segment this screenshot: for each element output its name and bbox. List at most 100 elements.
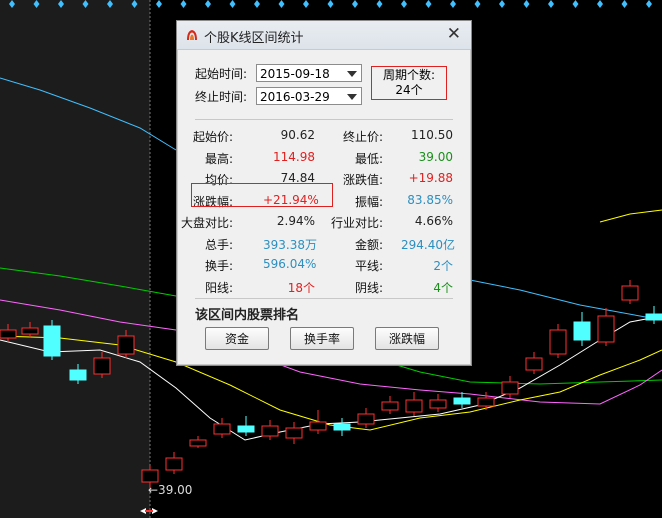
stat-value: 2.94% — [276, 214, 315, 228]
stat-value: +19.88 — [408, 171, 453, 185]
stat-value: 110.50 — [411, 128, 453, 142]
stat-value: 83.85% — [407, 192, 453, 207]
stat-label: 总手: — [204, 237, 233, 252]
candle-body — [309, 421, 327, 431]
stat-label: 行业对比: — [330, 216, 383, 230]
stat-label: 换手: — [204, 259, 233, 273]
period-marker — [523, 0, 530, 8]
candle-body — [21, 327, 39, 335]
change-pct-highlight — [191, 183, 333, 207]
period-marker — [254, 0, 260, 8]
candle-body — [333, 423, 351, 431]
start-time-dropdown[interactable]: 2015-09-18 — [256, 64, 362, 82]
stat-value: 596.04% — [263, 257, 317, 271]
ma-right-yellow — [599, 209, 662, 223]
period-count-label: 周期个数: — [382, 68, 436, 82]
candle-body — [237, 425, 255, 433]
stat-value: 4个 — [433, 280, 453, 295]
chevron-down-icon[interactable] — [347, 94, 357, 100]
stat-label: 阴线: — [354, 280, 383, 295]
candle-body — [43, 325, 61, 357]
candle-body — [261, 425, 279, 437]
candle-body — [357, 413, 375, 425]
stat-label: 最高: — [204, 151, 233, 166]
period-marker — [352, 0, 358, 8]
period-marker — [327, 0, 334, 8]
start-time-value: 2015-09-18 — [260, 67, 330, 81]
stat-label: 起始价: — [192, 130, 233, 144]
candle-body — [189, 439, 207, 447]
period-marker — [376, 0, 383, 8]
period-marker — [278, 0, 285, 8]
stat-label: 最低: — [354, 151, 383, 166]
divider — [195, 119, 453, 120]
candle-body — [525, 357, 543, 371]
candle-body — [0, 329, 17, 339]
period-marker — [303, 0, 309, 8]
stat-value: 294.40亿 — [401, 237, 455, 252]
stat-label: 大盘对比: — [180, 216, 233, 230]
candle-body — [69, 369, 87, 381]
stat-value: 393.38万 — [263, 237, 317, 252]
stat-value: 39.00 — [418, 149, 453, 164]
stat-value: 114.98 — [273, 149, 315, 164]
stat-value: 18个 — [287, 280, 315, 295]
low-price-label: ←39.00 — [148, 483, 192, 497]
rank-change-button[interactable]: 涨跌幅 — [375, 327, 439, 350]
stat-label: 振幅: — [354, 194, 383, 209]
stat-label: 终止价: — [342, 130, 383, 144]
history-shade — [0, 0, 150, 518]
candle-body — [141, 469, 159, 483]
candle-body — [381, 401, 399, 411]
candle-body — [549, 329, 567, 355]
candle-body — [621, 285, 639, 301]
period-marker — [474, 0, 481, 8]
period-marker — [425, 0, 432, 8]
stat-value: 90.62 — [280, 128, 315, 142]
candle-body — [285, 427, 303, 439]
stat-label: 涨跌值: — [342, 173, 383, 187]
candle-body — [213, 423, 231, 435]
period-marker — [646, 0, 652, 8]
candle-body — [645, 313, 662, 321]
candle-body — [573, 321, 591, 341]
period-marker — [450, 0, 456, 8]
period-marker — [401, 0, 407, 8]
candle-body — [597, 315, 615, 343]
stat-value: 4.66% — [414, 214, 453, 228]
period-marker — [499, 0, 505, 8]
period-marker — [205, 0, 211, 8]
period-count-value: 24个 — [395, 83, 423, 97]
period-marker — [156, 0, 162, 8]
app-logo-icon — [187, 30, 197, 40]
rank-capital-button[interactable]: 资金 — [205, 327, 269, 350]
candle-body — [117, 335, 135, 355]
candle-body — [501, 381, 519, 395]
candle-body — [477, 397, 495, 407]
candle-body — [429, 399, 447, 409]
stat-label: 金额: — [354, 237, 383, 252]
divider — [195, 298, 453, 299]
period-marker — [621, 0, 628, 8]
period-marker — [597, 0, 603, 8]
chevron-down-icon[interactable] — [347, 71, 357, 77]
dialog-title: 个股K线区间统计 — [204, 31, 304, 46]
end-time-value: 2016-03-29 — [260, 90, 330, 104]
candle-body — [453, 397, 471, 405]
period-marker — [548, 0, 554, 8]
stat-label: 平线: — [354, 259, 383, 273]
period-marker — [229, 0, 236, 8]
close-icon[interactable]: ✕ — [447, 24, 461, 44]
dialog-titlebar[interactable]: 个股K线区间统计 ✕ — [177, 21, 471, 50]
candle-body — [93, 357, 111, 375]
start-time-label: 起始时间: — [195, 67, 248, 81]
stat-value: 2个 — [433, 259, 453, 273]
candle-body — [405, 399, 423, 413]
end-time-dropdown[interactable]: 2016-03-29 — [256, 87, 362, 105]
period-count-box: 周期个数: 24个 — [371, 66, 447, 100]
ranking-title: 该区间内股票排名 — [195, 308, 300, 323]
interval-stats-dialog: 个股K线区间统计 ✕ 起始时间: 2015-09-18 终止时间: 2016-0… — [176, 20, 472, 366]
stat-label: 阳线: — [204, 280, 233, 295]
candle-body — [165, 457, 183, 471]
rank-turnover-button[interactable]: 换手率 — [290, 327, 354, 350]
